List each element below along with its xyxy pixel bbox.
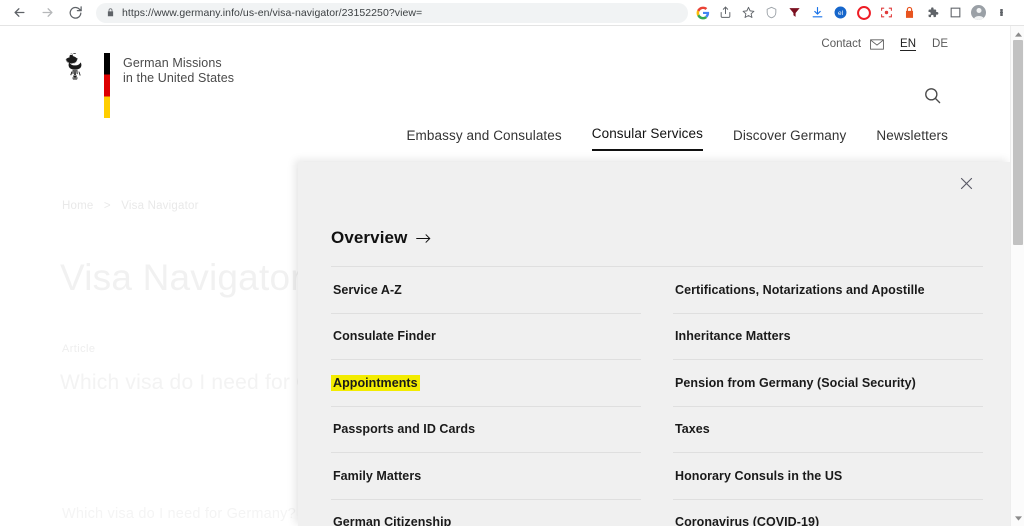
forward-button[interactable] [35, 2, 60, 24]
scroll-down-arrow-icon[interactable] [1011, 511, 1024, 525]
svg-text:el: el [838, 10, 844, 17]
close-icon [959, 176, 974, 196]
bookmark-star-icon[interactable] [738, 2, 759, 23]
menu-item-certifications-notarizations-and-apostille[interactable]: Certifications, Notarizations and Aposti… [673, 267, 983, 314]
scrollbar-thumb[interactable] [1013, 40, 1023, 245]
nav-item-newsletters[interactable]: Newsletters [876, 128, 948, 151]
flyout-column-right: Certifications, Notarizations and Aposti… [673, 267, 983, 526]
nav-item-embassy-and-consulates[interactable]: Embassy and Consulates [406, 128, 561, 151]
overview-link[interactable]: Overview [331, 228, 431, 248]
menu-item-pension-from-germany[interactable]: Pension from Germany (Social Security) [673, 360, 983, 407]
share-icon[interactable] [715, 2, 736, 23]
site-header: German Missions in the United States Con… [0, 26, 1010, 163]
back-button[interactable] [7, 2, 32, 24]
german-flag-bar [104, 53, 110, 118]
contact-link[interactable]: Contact [821, 38, 884, 50]
menu-item-label: Consulate Finder [333, 329, 436, 344]
menu-item-inheritance-matters[interactable]: Inheritance Matters [673, 314, 983, 360]
menu-item-taxes[interactable]: Taxes [673, 407, 983, 453]
menu-item-service-a-z[interactable]: Service A-Z [331, 267, 641, 314]
lang-en-link[interactable]: EN [900, 38, 916, 50]
browser-nav-buttons [0, 2, 88, 24]
screenshot-root: https://www.germany.info/us-en/visa-navi… [0, 0, 1024, 526]
filter-funnel-icon[interactable] [784, 2, 805, 23]
menu-item-label: Family Matters [333, 468, 422, 483]
article-label: Article [62, 343, 96, 355]
profile-avatar-icon[interactable] [968, 2, 989, 23]
square-extension-icon[interactable] [945, 2, 966, 23]
menu-item-label: Inheritance Matters [675, 329, 791, 344]
address-bar[interactable]: https://www.germany.info/us-en/visa-navi… [96, 2, 688, 23]
menu-item-label: Service A-Z [333, 282, 402, 297]
breadcrumb: Home > Visa Navigator [62, 200, 199, 212]
menu-item-label-highlighted: Appointments [331, 374, 420, 391]
page-title: Visa Navigator [60, 257, 303, 298]
page-scrollbar[interactable] [1010, 26, 1024, 526]
menu-item-passports-and-id-cards[interactable]: Passports and ID Cards [331, 407, 641, 453]
main-nav: Embassy and Consulates Consular Services… [406, 126, 948, 151]
breadcrumb-separator: > [103, 200, 111, 212]
arrow-right-icon [416, 233, 431, 244]
site-logo[interactable]: German Missions in the United States [60, 51, 234, 118]
menu-item-label: Certifications, Notarizations and Aposti… [675, 282, 925, 297]
consular-services-flyout-menu: Overview Service A-Z Consulate Finder Ap… [298, 162, 1010, 526]
article-subheading: Which visa do I need for Germany? [62, 506, 296, 522]
envelope-icon [870, 38, 884, 50]
search-button[interactable] [923, 86, 942, 110]
url-text: https://www.germany.info/us-en/visa-navi… [122, 6, 423, 19]
lock-icon [106, 7, 115, 18]
menu-item-label: Pension from Germany (Social Security) [675, 375, 916, 390]
google-icon[interactable] [692, 2, 713, 23]
page-viewport: German Missions in the United States Con… [0, 26, 1024, 526]
shield-icon[interactable] [761, 2, 782, 23]
blue-circle-extension-icon[interactable]: el [830, 2, 851, 23]
overview-label: Overview [331, 228, 408, 247]
menu-item-label: Coronavirus (COVID-19) [675, 515, 820, 526]
breadcrumb-current: Visa Navigator [121, 200, 199, 212]
menu-item-appointments[interactable]: Appointments [331, 360, 641, 407]
nav-item-discover-germany[interactable]: Discover Germany [733, 128, 846, 151]
search-icon [923, 88, 942, 109]
breadcrumb-home[interactable]: Home [62, 200, 93, 212]
flyout-column-left: Service A-Z Consulate Finder Appointment… [331, 267, 641, 526]
menu-item-consulate-finder[interactable]: Consulate Finder [331, 314, 641, 360]
logo-line-2: in the United States [123, 71, 235, 85]
lang-de-link[interactable]: DE [932, 38, 948, 50]
contact-label: Contact [821, 38, 862, 50]
menu-item-honorary-consuls-in-the-us[interactable]: Honorary Consuls in the US [673, 453, 983, 500]
logo-line-1: German Missions [123, 56, 222, 70]
german-eagle-emblem-icon [60, 51, 90, 89]
screenshot-capture-icon[interactable] [876, 2, 897, 23]
browser-extension-icons: el [692, 2, 1012, 23]
menu-item-family-matters[interactable]: Family Matters [331, 453, 641, 500]
menu-item-label: Passports and ID Cards [333, 422, 476, 437]
menu-item-coronavirus-covid-19[interactable]: Coronavirus (COVID-19) [673, 500, 983, 526]
menu-item-label: Honorary Consuls in the US [675, 468, 843, 483]
browser-toolbar: https://www.germany.info/us-en/visa-navi… [0, 0, 1024, 26]
chrome-menu-icon[interactable] [991, 2, 1012, 23]
download-icon[interactable] [807, 2, 828, 23]
menu-item-label: Taxes [675, 422, 710, 437]
scroll-up-arrow-icon[interactable] [1011, 27, 1024, 41]
padlock-extension-icon[interactable] [899, 2, 920, 23]
utility-nav: Contact EN DE [821, 38, 948, 50]
nav-item-consular-services[interactable]: Consular Services [591, 126, 703, 151]
reload-button[interactable] [63, 2, 88, 24]
opera-o-icon[interactable] [853, 2, 874, 23]
close-button[interactable] [955, 175, 977, 197]
menu-item-german-citizenship[interactable]: German Citizenship [331, 500, 641, 526]
logo-text: German Missions in the United States [123, 56, 234, 86]
menu-item-label: German Citizenship [333, 515, 452, 526]
flyout-columns: Service A-Z Consulate Finder Appointment… [331, 267, 983, 526]
extensions-puzzle-icon[interactable] [922, 2, 943, 23]
